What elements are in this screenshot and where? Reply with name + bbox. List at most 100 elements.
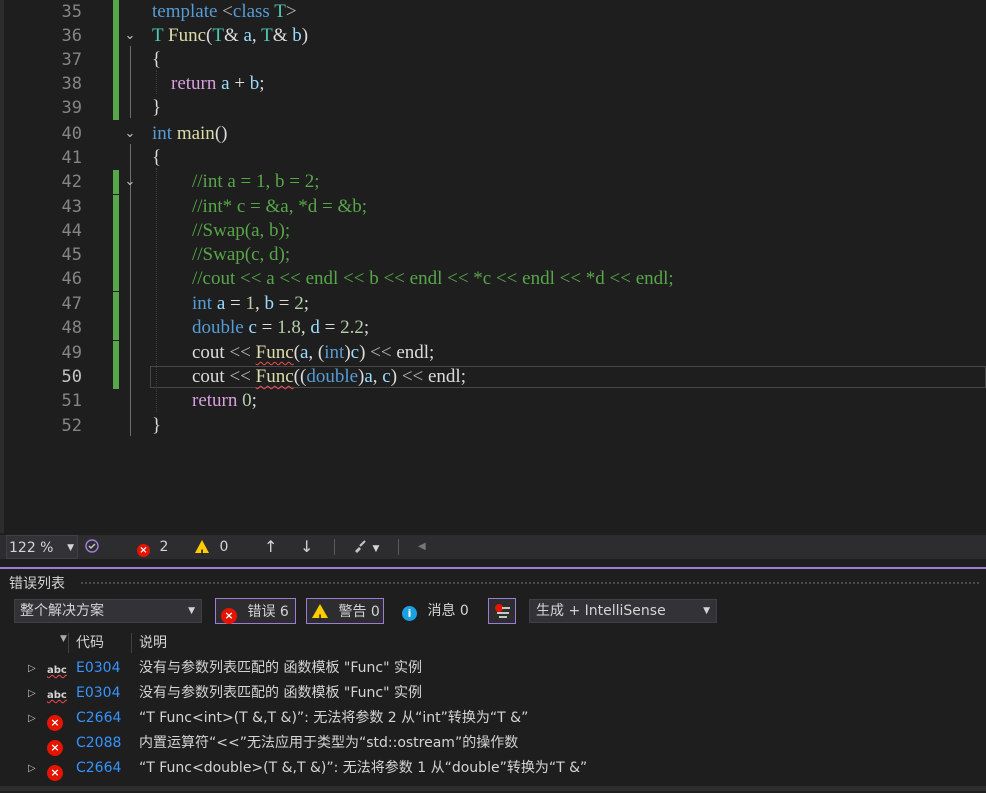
code-line[interactable]: 49 cout << Func(a, (int)c) << endl; — [0, 341, 986, 365]
code-line[interactable]: 39 } — [0, 96, 986, 120]
chevron-down-icon: ▼ — [188, 606, 195, 616]
chevron-down-icon: ▼ — [703, 606, 710, 616]
chevron-down-icon[interactable]: ⌄ — [122, 28, 138, 44]
triangle-right-icon[interactable]: ▷ — [28, 706, 36, 731]
line-number: 40 — [61, 124, 82, 144]
code-text: return a + b; — [171, 73, 265, 94]
change-marker — [113, 365, 119, 389]
code-text: { — [152, 49, 162, 70]
brush-icon[interactable]: ▼ — [352, 535, 379, 559]
error-list-toolbar: 整个解决方案 ▼ × 错误 6 ! 警告 0 i 消息 0 生成 + Intel… — [0, 597, 986, 629]
error-count-button[interactable]: × 2 — [137, 535, 168, 559]
error-code-link[interactable]: C2664 — [76, 706, 121, 731]
warnings-filter-label: 警告 0 — [338, 604, 380, 620]
chevron-down-icon: ▼ — [372, 544, 380, 554]
line-number: 44 — [61, 221, 82, 241]
code-line[interactable]: 45 //Swap(c, d); — [0, 243, 986, 267]
code-text: { — [152, 147, 162, 168]
info-circle-icon: i — [402, 606, 417, 621]
warnings-filter-button[interactable]: ! 警告 0 — [306, 598, 384, 624]
errors-filter-button[interactable]: × 错误 6 — [215, 598, 296, 624]
change-marker — [113, 219, 119, 243]
triangle-right-icon[interactable]: ▷ — [28, 756, 36, 781]
warning-count-button[interactable]: ! 0 — [195, 535, 228, 559]
build-source-select[interactable]: 生成 + IntelliSense ▼ — [529, 599, 717, 623]
code-text: int a = 1, b = 2; — [192, 293, 309, 314]
code-text: cout << Func((double)a, c) << endl; — [192, 366, 466, 387]
code-line[interactable]: 42 ⌄ //int a = 1, b = 2; — [0, 170, 986, 194]
line-number: 43 — [61, 197, 82, 217]
arrow-up-icon[interactable]: ↑ — [264, 535, 277, 559]
code-line[interactable]: 43 //int* c = &a, *d = &b; — [0, 195, 986, 219]
code-line[interactable]: 46 //cout << a << endl << b << endl << *… — [0, 267, 986, 291]
code-text: template <class T> — [152, 1, 297, 22]
change-marker — [113, 96, 119, 120]
code-comment: //Swap(a, b); — [192, 220, 291, 241]
arrow-down-icon[interactable]: ↓ — [300, 535, 313, 559]
code-line[interactable]: 40 ⌄ int main() — [0, 122, 986, 146]
filter-button[interactable] — [488, 598, 516, 624]
line-number: 46 — [61, 269, 82, 289]
bottom-tab-strip — [0, 786, 986, 791]
warning-triangle-icon: ! — [312, 604, 328, 624]
health-icon[interactable] — [84, 535, 100, 559]
table-header: ▼ 代码 说明 — [0, 631, 986, 655]
triangle-right-icon[interactable]: ▷ — [28, 656, 36, 681]
table-row[interactable]: × C2088 内置运算符“<<”无法应用于类型为“std::ostream”的… — [0, 731, 986, 756]
code-line[interactable]: 41 { — [0, 146, 986, 170]
scroll-left-icon[interactable]: ◀ — [418, 535, 426, 559]
warning-triangle-icon: ! — [195, 540, 209, 559]
chevron-down-icon[interactable]: ⌄ — [122, 126, 138, 142]
error-code-link[interactable]: C2088 — [76, 731, 121, 756]
code-line[interactable]: 51 return 0; — [0, 389, 986, 413]
abc-squiggle-icon: abc — [47, 690, 67, 701]
code-line[interactable]: 37 { — [0, 48, 986, 72]
table-row[interactable]: ▷ abc E0304 没有与参数列表匹配的 函数模板 "Func" 实例 — [0, 681, 986, 706]
sort-icon[interactable]: ▼ — [60, 627, 67, 651]
code-text: return 0; — [192, 390, 257, 411]
triangle-right-icon[interactable]: ▷ — [28, 681, 36, 706]
error-code-link[interactable]: C2664 — [76, 756, 121, 781]
change-marker — [113, 195, 119, 219]
code-line[interactable]: 44 //Swap(a, b); — [0, 219, 986, 243]
error-description: 内置运算符“<<”无法应用于类型为“std::ostream”的操作数 — [139, 735, 519, 751]
column-header-code[interactable]: 代码 — [76, 631, 104, 655]
table-row[interactable]: ▷ × C2664 “T Func<double>(T &,T &)”: 无法将… — [0, 756, 986, 781]
change-marker — [113, 72, 119, 96]
code-line[interactable]: 36 ⌄ T Func(T& a, T& b) — [0, 24, 986, 48]
code-line[interactable]: 48 double c = 1.8, d = 2.2; — [0, 316, 986, 340]
panel-grip[interactable] — [80, 581, 980, 585]
code-line[interactable]: 35 template <class T> — [0, 0, 986, 24]
chevron-down-icon[interactable]: ⌄ — [122, 174, 138, 190]
code-line[interactable]: 52 } — [0, 414, 986, 438]
zoom-value: 122 % — [9, 540, 54, 556]
zoom-select[interactable]: 122 % ▼ — [6, 535, 78, 559]
build-source-value: 生成 + IntelliSense — [536, 603, 666, 619]
scope-select[interactable]: 整个解决方案 ▼ — [14, 599, 202, 623]
table-row[interactable]: ▷ × C2664 “T Func<int>(T &,T &)”: 无法将参数 … — [0, 706, 986, 731]
change-marker — [113, 341, 119, 365]
line-number: 50 — [61, 367, 82, 387]
line-number: 42 — [61, 172, 82, 192]
code-comment: //int a = 1, b = 2; — [192, 171, 320, 192]
code-text: T Func(T& a, T& b) — [152, 25, 309, 46]
line-number: 48 — [61, 318, 82, 338]
table-row[interactable]: ▷ abc E0304 没有与参数列表匹配的 函数模板 "Func" 实例 — [0, 656, 986, 681]
column-divider — [68, 633, 69, 653]
code-line-current[interactable]: 50 cout << Func((double)a, c) << endl; — [0, 365, 986, 389]
code-line[interactable]: 47 int a = 1, b = 2; — [0, 292, 986, 316]
code-line[interactable]: 38 return a + b; — [0, 72, 986, 96]
error-count: 2 — [159, 539, 169, 555]
scope-value: 整个解决方案 — [20, 603, 104, 619]
change-marker — [113, 0, 119, 24]
column-header-description[interactable]: 说明 — [139, 631, 167, 655]
error-code-link[interactable]: E0304 — [76, 681, 120, 706]
error-description: 没有与参数列表匹配的 函数模板 "Func" 实例 — [139, 660, 422, 676]
code-comment: //Swap(c, d); — [192, 244, 291, 265]
filter-icon — [495, 604, 510, 618]
line-number: 38 — [61, 74, 82, 94]
messages-filter-button[interactable]: i 消息 0 — [402, 598, 482, 624]
line-number: 39 — [61, 98, 82, 118]
error-code-link[interactable]: E0304 — [76, 656, 120, 681]
code-editor[interactable]: 35 template <class T> 36 ⌄ T Func(T& a, … — [0, 0, 986, 533]
